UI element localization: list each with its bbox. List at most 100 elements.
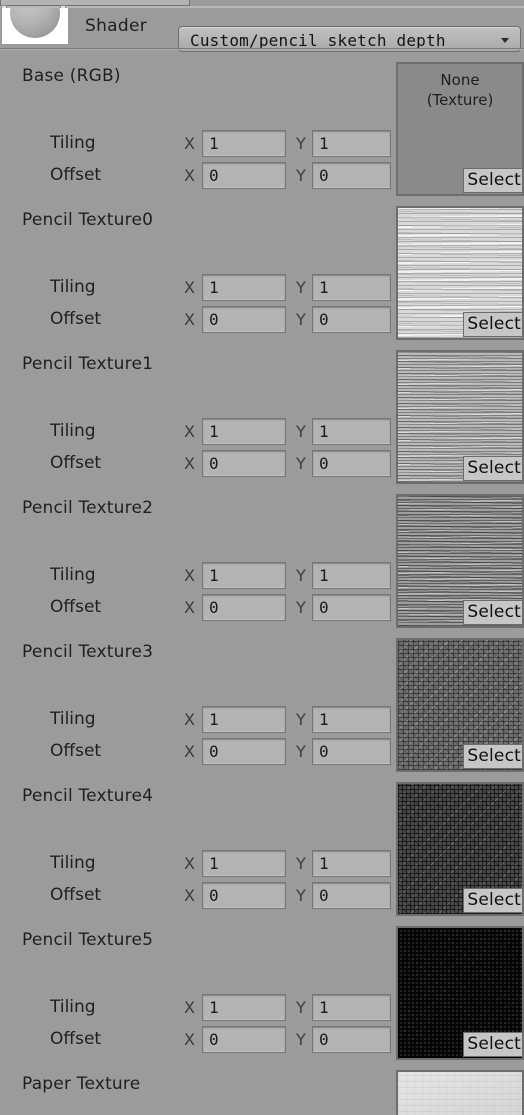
- select-texture-button[interactable]: Select: [463, 312, 522, 337]
- axis-x-label: X: [184, 1030, 195, 1049]
- property-section: Pencil Texture3 Tiling X 1 Y 1 Offset X 0 Y 0 Selec…: [0, 632, 524, 776]
- offset-x-input[interactable]: 0: [202, 882, 286, 909]
- offset-label: Offset: [50, 309, 102, 329]
- tiling-row: Tiling X 1 Y 1: [0, 562, 400, 590]
- tiling-x-input[interactable]: 1: [202, 562, 286, 589]
- tiling-x-input[interactable]: 1: [202, 706, 286, 733]
- property-name-label: Pencil Texture3: [22, 642, 154, 662]
- offset-x-value: 0: [209, 1030, 219, 1049]
- tiling-row: Tiling X 1 Y 1: [0, 994, 400, 1022]
- offset-y-input[interactable]: 0: [312, 306, 391, 333]
- tiling-row: Tiling X 1 Y 1: [0, 706, 400, 734]
- offset-y-value: 0: [319, 1030, 329, 1049]
- tiling-y-input[interactable]: 1: [312, 418, 391, 445]
- axis-y-label: Y: [296, 710, 306, 729]
- property-name-label: Pencil Texture2: [22, 498, 154, 518]
- tiling-x-input[interactable]: 1: [202, 850, 286, 877]
- offset-label: Offset: [50, 453, 102, 473]
- tiling-y-value: 1: [319, 854, 329, 873]
- texture-slot[interactable]: Select: [396, 926, 524, 1060]
- tiling-x-value: 1: [209, 854, 219, 873]
- tiling-y-input[interactable]: 1: [312, 562, 391, 589]
- tiling-y-input[interactable]: 1: [312, 130, 391, 157]
- tiling-y-value: 1: [319, 422, 329, 441]
- tiling-row: Tiling X 1 Y 1: [0, 130, 400, 158]
- offset-y-input[interactable]: 0: [312, 1026, 391, 1053]
- offset-y-input[interactable]: 0: [312, 738, 391, 765]
- material-sphere-preview-icon: [2, 8, 68, 44]
- select-texture-button[interactable]: Select: [463, 600, 522, 625]
- axis-y-label: Y: [296, 422, 306, 441]
- preview-sphere: [10, 8, 60, 38]
- tiling-y-value: 1: [319, 134, 329, 153]
- offset-x-input[interactable]: 0: [202, 162, 286, 189]
- select-texture-button[interactable]: Select: [463, 168, 522, 193]
- tiling-y-input[interactable]: 1: [312, 994, 391, 1021]
- offset-x-input[interactable]: 0: [202, 306, 286, 333]
- axis-x-label: X: [184, 422, 195, 441]
- axis-x-label: X: [184, 998, 195, 1017]
- offset-y-value: 0: [319, 310, 329, 329]
- axis-x-label: X: [184, 710, 195, 729]
- texture-slot[interactable]: Select: [396, 638, 524, 772]
- offset-y-input[interactable]: 0: [312, 882, 391, 909]
- shader-label: Shader: [85, 16, 148, 36]
- tiling-y-input[interactable]: 1: [312, 706, 391, 733]
- offset-label: Offset: [50, 1029, 102, 1049]
- offset-row: Offset X 0 Y 0: [0, 594, 400, 622]
- axis-y-label: Y: [296, 278, 306, 297]
- axis-x-label: X: [184, 134, 195, 153]
- offset-x-value: 0: [209, 598, 219, 617]
- property-section: Base (RGB) Tiling X 1 Y 1 Offset X 0 Y 0 None (Textu…: [0, 56, 524, 200]
- select-texture-button[interactable]: Select: [463, 888, 522, 913]
- texture-slot[interactable]: Select: [396, 494, 524, 628]
- texture-slot[interactable]: Select: [396, 782, 524, 916]
- offset-x-input[interactable]: 0: [202, 450, 286, 477]
- tiling-x-input[interactable]: 1: [202, 418, 286, 445]
- texture-slot[interactable]: Select: [396, 206, 524, 340]
- tiling-label: Tiling: [50, 421, 96, 441]
- select-texture-button[interactable]: Select: [463, 744, 522, 769]
- offset-y-value: 0: [319, 886, 329, 905]
- tiling-x-input[interactable]: 1: [202, 994, 286, 1021]
- offset-label: Offset: [50, 165, 102, 185]
- axis-y-label: Y: [296, 742, 306, 761]
- offset-x-input[interactable]: 0: [202, 1026, 286, 1053]
- offset-y-input[interactable]: 0: [312, 594, 391, 621]
- property-section: Pencil Texture1 Tiling X 1 Y 1 Offset X 0 Y 0 Selec…: [0, 344, 524, 488]
- tiling-label: Tiling: [50, 853, 96, 873]
- offset-label: Offset: [50, 597, 102, 617]
- texture-preview-area: [398, 1072, 522, 1115]
- offset-y-input[interactable]: 0: [312, 162, 391, 189]
- tiling-label: Tiling: [50, 997, 96, 1017]
- axis-x-label: X: [184, 566, 195, 585]
- offset-row: Offset X 0 Y 0: [0, 162, 400, 190]
- property-name-label: Pencil Texture5: [22, 930, 154, 950]
- tiling-x-input[interactable]: 1: [202, 274, 286, 301]
- offset-row: Offset X 0 Y 0: [0, 306, 400, 334]
- offset-x-value: 0: [209, 166, 219, 185]
- offset-x-input[interactable]: 0: [202, 594, 286, 621]
- tiling-label: Tiling: [50, 277, 96, 297]
- header-divider: [0, 48, 524, 50]
- axis-y-label: Y: [296, 886, 306, 905]
- tiling-y-input[interactable]: 1: [312, 274, 391, 301]
- texture-slot[interactable]: None (Texture) Select: [396, 62, 524, 196]
- tiling-label: Tiling: [50, 709, 96, 729]
- offset-row: Offset X 0 Y 0: [0, 738, 400, 766]
- texture-slot[interactable]: Select: [396, 350, 524, 484]
- tiling-y-input[interactable]: 1: [312, 850, 391, 877]
- offset-y-value: 0: [319, 166, 329, 185]
- axis-y-label: Y: [296, 854, 306, 873]
- offset-x-value: 0: [209, 886, 219, 905]
- axis-x-label: X: [184, 310, 195, 329]
- offset-y-input[interactable]: 0: [312, 450, 391, 477]
- select-texture-button[interactable]: Select: [463, 456, 522, 481]
- offset-row: Offset X 0 Y 0: [0, 450, 400, 478]
- axis-y-label: Y: [296, 166, 306, 185]
- select-texture-button[interactable]: Select: [463, 1032, 522, 1057]
- offset-x-input[interactable]: 0: [202, 738, 286, 765]
- tiling-x-input[interactable]: 1: [202, 130, 286, 157]
- property-section: Pencil Texture2 Tiling X 1 Y 1 Offset X 0 Y 0 Selec…: [0, 488, 524, 632]
- texture-slot[interactable]: Select: [396, 1070, 524, 1115]
